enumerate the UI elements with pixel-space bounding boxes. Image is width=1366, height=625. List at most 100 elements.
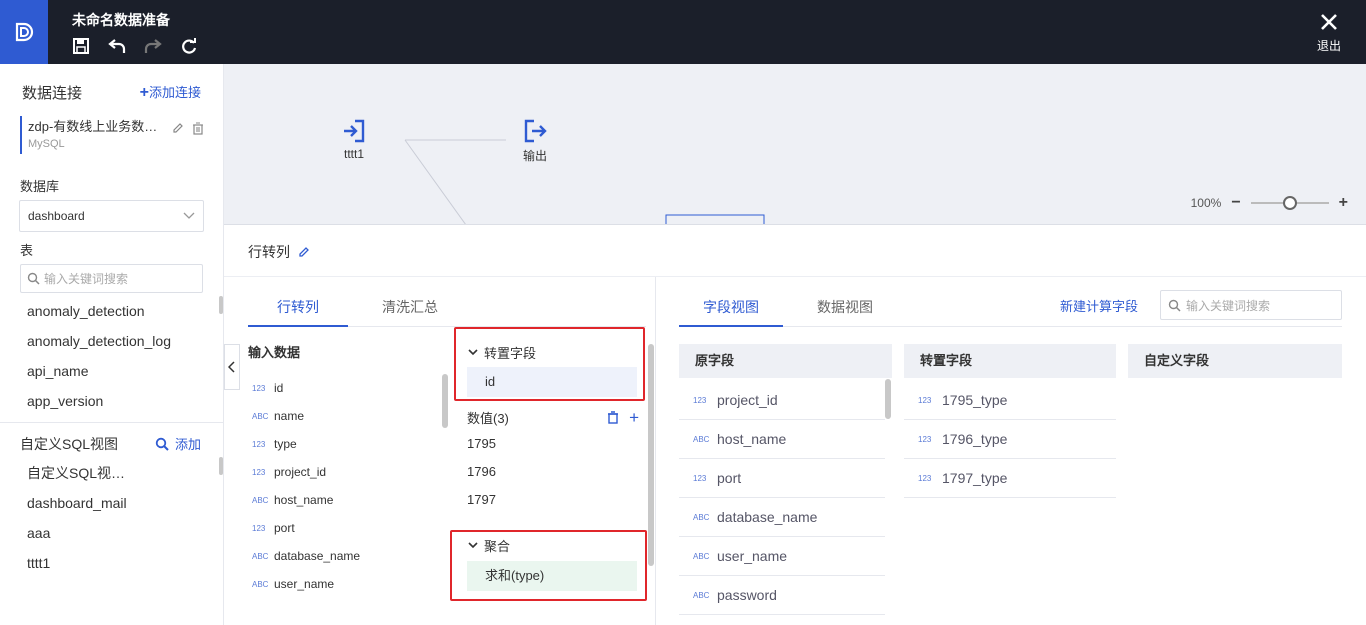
table-list-scrollbar[interactable] [219,296,223,314]
input-field[interactable]: 123 project_id [252,458,360,486]
sql-view-item[interactable]: aaa [27,522,127,552]
input-field[interactable]: 123 port [252,514,360,542]
original-field-row[interactable]: 123 project_id [679,381,885,420]
input-field[interactable]: ABC host_name [252,486,360,514]
sql-view-item[interactable]: tttt1 [27,552,127,582]
value-item[interactable]: 1796 [467,462,496,490]
close-icon [1321,14,1337,30]
number-type-icon: 123 [252,439,266,449]
app-logo [0,0,48,64]
pivot-field-row[interactable]: 123 1797_type [904,459,1116,498]
pivot-field-row[interactable]: 123 1795_type [904,381,1116,420]
pivot-field-list: 123 1795_type 123 1796_type 123 1797_type [904,381,1116,498]
table-item[interactable]: anomaly_detection_log [27,330,171,360]
collapse-sidebar-button[interactable] [224,344,240,390]
database-select[interactable]: dashboard [19,200,204,232]
zoom-out-icon[interactable]: − [1231,194,1240,212]
field-name: port [274,521,295,535]
tab-data-view[interactable]: 数据视图 [803,292,887,327]
input-field-list: 123 id ABC name 123 type 123 project_id ABC h… [252,374,360,598]
field-name: database_name [717,509,818,525]
text-type-icon: ABC [693,590,710,600]
input-list-scrollbar[interactable] [442,374,448,428]
new-calculated-field-button[interactable]: 新建计算字段 [1060,296,1138,315]
original-field-row[interactable]: ABC password [679,576,885,615]
input-field[interactable]: ABC name [252,402,360,430]
value-list: 1795 1796 1797 [467,434,496,518]
number-type-icon: 123 [252,467,266,477]
original-field-row[interactable]: ABC database_name [679,498,885,537]
app-title: 未命名数据准备 [72,12,170,28]
zoom-in-icon[interactable]: + [1339,194,1348,212]
trash-icon[interactable] [607,411,619,424]
pivot-section-header[interactable]: 转置字段 [468,343,536,362]
original-list-scrollbar[interactable] [885,379,891,419]
original-field-row[interactable]: ABC host_name [679,420,885,459]
exit-button[interactable]: 退出 [1312,12,1346,54]
input-field[interactable]: 123 id [252,374,360,402]
input-field[interactable]: 123 type [252,430,360,458]
redo-icon[interactable] [142,36,164,56]
chevron-down-icon [183,212,195,219]
config-scrollbar[interactable] [648,344,654,566]
search-icon [27,272,40,285]
refresh-icon[interactable] [178,36,200,56]
table-search-input[interactable]: 输入关键词搜索 [20,264,203,293]
search-icon [155,437,169,451]
tab-pivot[interactable]: 行转列 [248,292,348,327]
add-sql-view-button[interactable]: 添加 [155,434,201,453]
sql-view-item[interactable]: dashboard_mail [27,492,127,522]
panel-vertical-divider [655,277,656,625]
text-type-icon: ABC [252,411,269,421]
custom-fields-header: 自定义字段 [1128,344,1342,378]
connection-item[interactable]: zdp-有数线上业务数… MySQL [20,116,204,154]
save-icon[interactable] [70,36,92,56]
sql-view-item[interactable]: 自定义SQL视… [27,462,127,492]
text-type-icon: ABC [693,434,710,444]
input-field[interactable]: ABC user_name [252,570,360,598]
flow-canvas[interactable]: tttt1 输出 100% − + [224,64,1366,225]
node-input[interactable]: tttt1 [334,118,374,161]
trash-icon[interactable] [192,122,204,135]
original-field-row[interactable]: ABC user_name [679,537,885,576]
undo-icon[interactable] [106,36,128,56]
value-item[interactable]: 1797 [467,490,496,518]
sidebar-divider [0,422,223,423]
field-name: password [717,587,777,603]
add-connection-label: 添加连接 [148,85,201,100]
table-item[interactable]: api_name [27,360,171,390]
input-field[interactable]: ABC database_name [252,542,360,570]
add-connection-button[interactable]: +添加连接 [140,82,201,102]
field-search-placeholder: 输入关键词搜索 [1186,298,1271,313]
sql-view-header: 自定义SQL视图 [20,436,119,452]
zoom-slider-knob[interactable] [1282,196,1297,210]
number-type-icon: 123 [693,395,707,405]
value-item[interactable]: 1795 [467,434,496,462]
field-search-input[interactable]: 输入关键词搜索 [1160,290,1342,320]
text-type-icon: ABC [693,551,710,561]
pivot-field-row[interactable]: 123 1796_type [904,420,1116,459]
chevron-down-icon [468,542,478,549]
field-name: type [274,437,297,451]
table-item[interactable]: anomaly_detection [27,300,171,330]
sql-list-scrollbar[interactable] [219,457,223,475]
field-name: port [717,470,742,486]
pivot-field-pill[interactable]: id [467,367,637,397]
tab-clean-summary[interactable]: 清洗汇总 [366,292,454,327]
field-name: user_name [717,548,788,564]
tab-field-view[interactable]: 字段视图 [679,292,783,327]
original-field-list: 123 project_id ABC host_name 123 port ABC da… [679,381,885,625]
edit-icon[interactable] [298,246,310,258]
edit-icon[interactable] [172,122,184,134]
panel-title: 行转列 [248,242,310,262]
field-name: project_id [717,392,778,408]
aggregate-field-pill[interactable]: 求和(type) [467,561,637,591]
zoom-slider[interactable] [1250,196,1329,210]
node-output[interactable]: 输出 [515,118,555,164]
database-selected-value: dashboard [28,209,85,223]
table-item[interactable]: app_version [27,390,171,420]
original-field-row[interactable]: 123 port [679,459,885,498]
plus-icon[interactable]: + [629,409,639,426]
aggregate-section-header[interactable]: 聚合 [468,536,510,555]
input-data-title: 输入数据 [248,345,301,360]
